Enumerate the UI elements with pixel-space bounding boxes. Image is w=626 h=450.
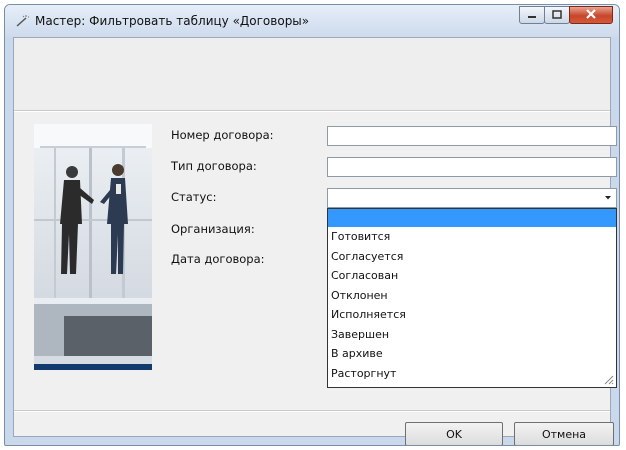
side-image-bar: [34, 364, 152, 370]
organization-label: Организация:: [171, 222, 255, 236]
contract-type-label: Тип договора:: [171, 159, 257, 173]
status-option-approving[interactable]: Согласуется: [328, 247, 616, 267]
wand-icon: [14, 14, 30, 28]
status-option-rejected[interactable]: Отклонен: [328, 286, 616, 306]
dialog-client-area: Номер договора: Тип договора: Статус: Ор…: [13, 37, 617, 445]
contract-type-input[interactable]: [327, 157, 617, 177]
ok-button[interactable]: OK: [405, 422, 503, 445]
title-bar[interactable]: Мастер: Фильтровать таблицу «Договоры»: [5, 5, 619, 37]
minimize-icon: [527, 9, 537, 22]
resize-grip-icon[interactable]: [602, 373, 614, 385]
status-combobox[interactable]: [327, 188, 617, 208]
minimize-button[interactable]: [519, 6, 545, 24]
close-icon: [585, 8, 597, 22]
contract-number-input[interactable]: [327, 126, 617, 146]
status-option-archived[interactable]: В архиве: [328, 344, 616, 364]
maximize-button[interactable]: [544, 6, 570, 24]
window-title: Мастер: Фильтровать таблицу «Договоры»: [35, 14, 310, 28]
status-option-completed[interactable]: Завершен: [328, 325, 616, 345]
wizard-header-panel: [14, 38, 610, 112]
cancel-button[interactable]: Отмена: [514, 422, 614, 445]
contract-date-label: Дата договора:: [171, 252, 265, 266]
caption-buttons: [519, 6, 613, 24]
dialog-window: Мастер: Фильтровать таблицу «Договоры» Н…: [4, 4, 620, 446]
footer-separator: [14, 410, 610, 412]
chevron-down-icon[interactable]: [602, 191, 614, 205]
status-option-approved[interactable]: Согласован: [328, 266, 616, 286]
status-option-executing[interactable]: Исполняется: [328, 305, 616, 325]
status-dropdown-list[interactable]: Готовится Согласуется Согласован Отклоне…: [327, 208, 617, 388]
status-option-terminated[interactable]: Расторгнут: [328, 364, 616, 384]
contract-number-label: Номер договора:: [171, 128, 274, 142]
status-label: Статус:: [171, 190, 217, 204]
maximize-icon: [552, 9, 562, 22]
close-button[interactable]: [569, 6, 613, 24]
status-option-preparing[interactable]: Готовится: [328, 227, 616, 247]
status-option-empty[interactable]: [328, 209, 616, 227]
wizard-side-image: [34, 124, 152, 370]
